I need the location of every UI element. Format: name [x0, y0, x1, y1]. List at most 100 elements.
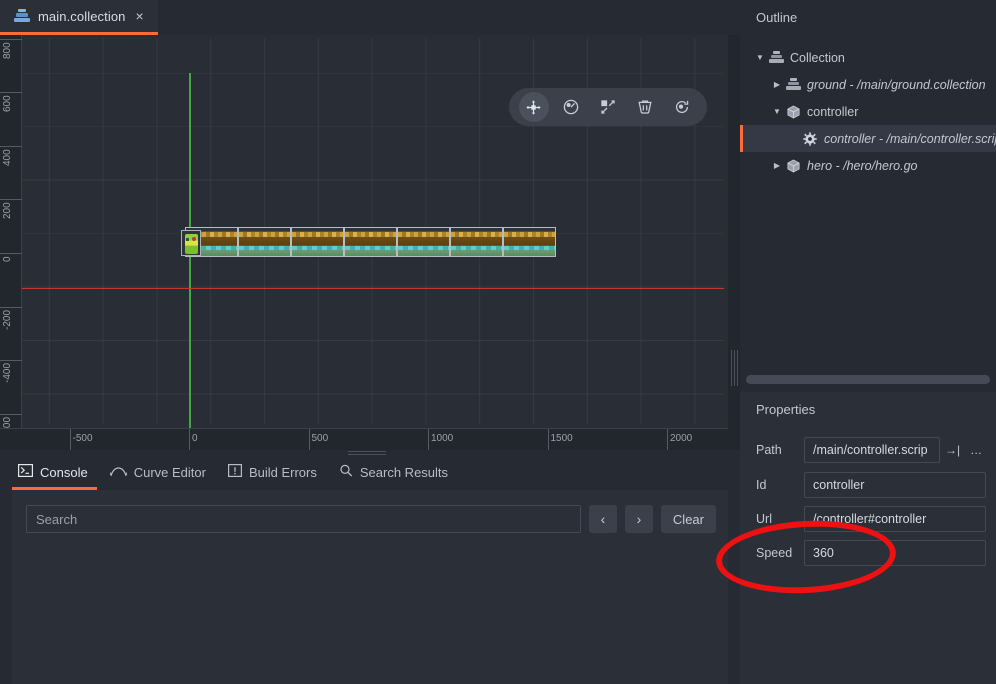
- more-options-button[interactable]: …: [965, 437, 987, 463]
- ruler-label: 1500: [548, 433, 573, 444]
- outline-tree: Collection ground - /main/ground.collecti…: [740, 44, 996, 179]
- splitter-grip: [731, 350, 738, 386]
- terminal-icon: [18, 464, 33, 480]
- ground-tile[interactable]: [450, 227, 503, 257]
- ruler-tick: [0, 199, 22, 200]
- property-row-url: Url/controller#controller: [740, 505, 996, 533]
- ground-tile[interactable]: [344, 227, 397, 257]
- ruler-horizontal: -500 0 500 1000 1500 2000: [0, 428, 740, 450]
- tab-curve-editor-label: Curve Editor: [134, 465, 206, 480]
- tab-console-label: Console: [40, 465, 88, 480]
- ruler-label: 600: [1, 95, 15, 141]
- scene-viewport[interactable]: 8006004002000-200-400-600 -5000500100015…: [0, 35, 740, 450]
- properties-panel: Properties Path/main/controller.scrip→|……: [740, 392, 996, 684]
- ruler-label: 400: [1, 149, 15, 195]
- axis-x-line: [22, 288, 724, 289]
- console-search-row: ‹ › Clear: [26, 505, 716, 533]
- clear-button[interactable]: Clear: [661, 505, 716, 533]
- collection-icon: [14, 9, 30, 23]
- script-gear-icon: [801, 132, 819, 146]
- outline-horizontal-scrollbar[interactable]: [746, 375, 990, 384]
- ruler-tick: [0, 92, 22, 93]
- ruler-label: 0: [189, 433, 198, 444]
- prev-result-button[interactable]: ‹: [589, 505, 617, 533]
- hero-sprite[interactable]: [181, 230, 201, 256]
- outline-item-label: controller: [807, 105, 858, 119]
- tab-curve-editor[interactable]: Curve Editor: [106, 456, 224, 488]
- next-result-button[interactable]: ›: [625, 505, 653, 533]
- ground-tile[interactable]: [291, 227, 344, 257]
- tab-build-errors[interactable]: Build Errors: [224, 456, 335, 488]
- collection-icon: [784, 78, 802, 91]
- ground-tile[interactable]: [397, 227, 450, 257]
- chevron-right-icon[interactable]: [770, 81, 784, 89]
- delete-tool-icon[interactable]: [630, 92, 660, 122]
- warning-box-icon: [228, 464, 242, 480]
- chevron-down-icon[interactable]: [770, 108, 784, 116]
- ruler-tick: [0, 360, 22, 361]
- ruler-label: -400: [1, 363, 15, 409]
- outline-item-4[interactable]: hero - /hero/hero.go: [740, 152, 996, 179]
- property-label: Path: [740, 443, 804, 457]
- ruler-vertical: 8006004002000-200-400-600: [0, 35, 22, 450]
- outline-title: Outline: [756, 10, 797, 25]
- chevron-down-icon[interactable]: [753, 54, 767, 62]
- ruler-tick: [0, 39, 22, 40]
- rotate-tool-icon[interactable]: [556, 92, 586, 122]
- ground-tile[interactable]: [238, 227, 291, 257]
- vertical-splitter[interactable]: [728, 35, 740, 450]
- property-value-field[interactable]: /controller#controller: [804, 506, 986, 532]
- outline-item-0[interactable]: Collection: [740, 44, 996, 71]
- outline-item-label: Collection: [790, 51, 845, 65]
- ruler-label: -200: [1, 310, 15, 356]
- ruler-label: 800: [1, 42, 15, 88]
- property-value-field[interactable]: controller: [804, 472, 986, 498]
- axis-y-line: [189, 73, 191, 450]
- ruler-tick: [0, 253, 22, 254]
- ruler-tick: [0, 307, 22, 308]
- chevron-right-icon[interactable]: [770, 162, 784, 170]
- outline-item-1[interactable]: ground - /main/ground.collection: [740, 71, 996, 98]
- tab-console[interactable]: Console: [14, 456, 106, 488]
- ruler-label: -500: [70, 433, 93, 444]
- outline-item-3[interactable]: controller - /main/controller.script: [740, 125, 996, 152]
- ruler-tick: [0, 414, 22, 415]
- property-row-path: Path/main/controller.scrip→|…: [740, 436, 996, 464]
- gameobject-icon: [784, 159, 802, 173]
- ruler-label: 200: [1, 202, 15, 248]
- ruler-label: 1000: [428, 433, 453, 444]
- outline-item-2[interactable]: controller: [740, 98, 996, 125]
- outline-item-label: hero - /hero/hero.go: [807, 159, 918, 173]
- scale-tool-icon[interactable]: [593, 92, 623, 122]
- document-tabbar: main.collection ×: [0, 0, 740, 35]
- selection-indicator: [740, 125, 743, 152]
- ruler-label: 2000: [667, 433, 692, 444]
- curve-icon: [110, 464, 127, 480]
- property-label: Url: [740, 512, 804, 526]
- tab-label: main.collection: [38, 9, 126, 24]
- property-value-field[interactable]: 360: [804, 540, 986, 566]
- ruler-tick: [0, 146, 22, 147]
- ruler-label: 0: [1, 256, 15, 302]
- ground-tile[interactable]: [503, 227, 556, 257]
- move-tool-icon[interactable]: [519, 92, 549, 122]
- console-output-area: ‹ › Clear: [12, 490, 728, 684]
- tab-search-results-label: Search Results: [360, 465, 448, 480]
- console-panel: Console Curve Editor Build Errors: [0, 456, 740, 684]
- gameobject-icon: [784, 105, 802, 119]
- property-value-field[interactable]: /main/controller.scrip: [804, 437, 940, 463]
- tab-main-collection[interactable]: main.collection ×: [0, 0, 158, 35]
- reload-tool-icon[interactable]: [667, 92, 697, 122]
- ruler-label: 500: [309, 433, 329, 444]
- outline-panel: Outline Collection ground - /main/ground.…: [740, 0, 996, 392]
- search-input[interactable]: [26, 505, 581, 533]
- property-row-speed: Speed360: [740, 539, 996, 567]
- search-icon: [339, 464, 353, 480]
- close-icon[interactable]: ×: [136, 9, 144, 23]
- property-label: Id: [740, 478, 804, 492]
- editor-column: main.collection × 8006004002000-200-400-…: [0, 0, 740, 684]
- tab-build-errors-label: Build Errors: [249, 465, 317, 480]
- goto-resource-button[interactable]: →|: [940, 437, 965, 463]
- outline-item-label: ground - /main/ground.collection: [807, 78, 986, 92]
- tab-search-results[interactable]: Search Results: [335, 456, 466, 488]
